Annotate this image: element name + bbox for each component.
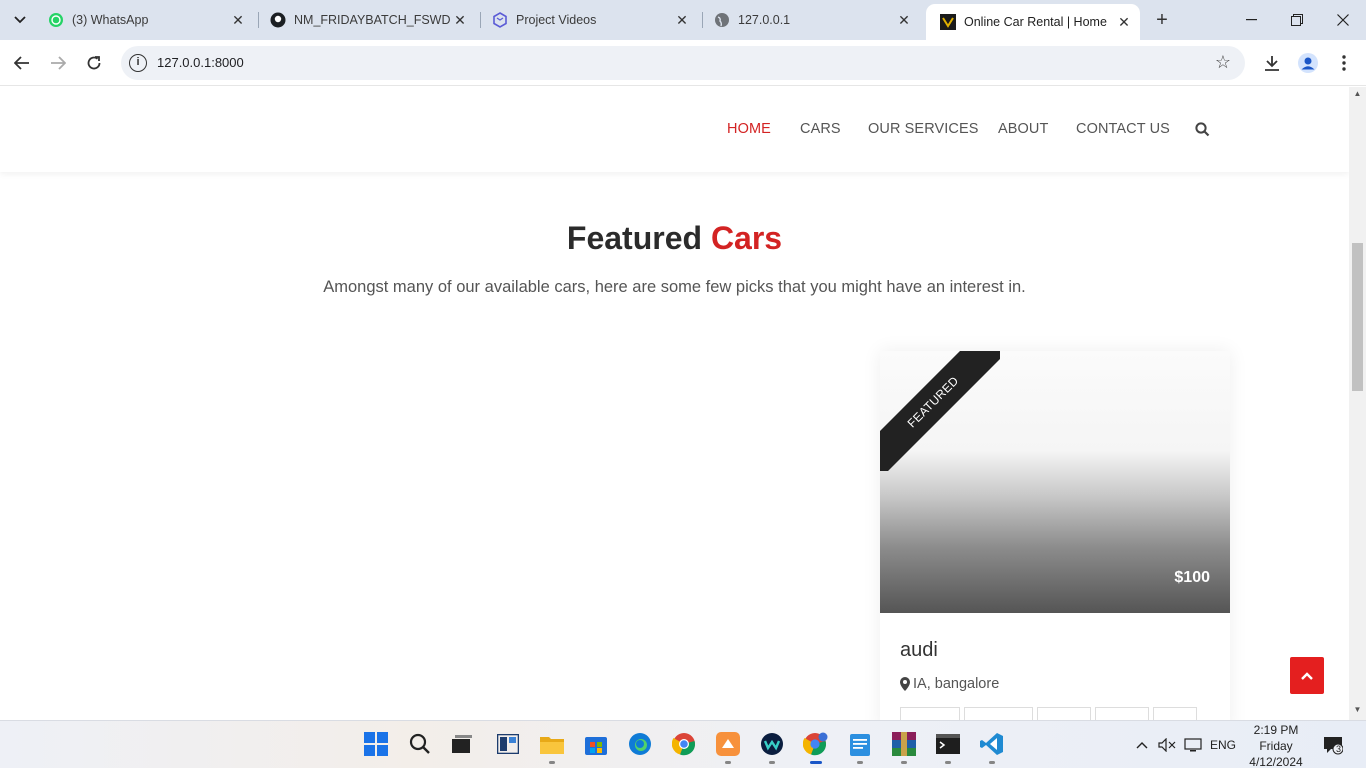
back-icon[interactable] (8, 49, 36, 77)
close-tab-icon[interactable]: ✕ (228, 12, 248, 29)
featured-subtitle: Amongst many of our available cars, here… (323, 278, 1026, 296)
ribbon-label: FEATURED (880, 351, 1000, 471)
tab-project-videos[interactable]: Project Videos ✕ (478, 0, 702, 40)
featured-ribbon: FEATURED (880, 351, 1000, 471)
tab-title: NM_FRIDAYBATCH_FSWD_PR (294, 13, 450, 27)
map-marker-icon (900, 677, 910, 691)
chrome-profile-icon[interactable] (803, 731, 829, 764)
search-icon[interactable] (1195, 122, 1211, 138)
featured-cars-heading: Featured Cars (0, 220, 1349, 257)
tab-whatsapp[interactable]: (3) WhatsApp ✕ (34, 0, 258, 40)
webex-icon[interactable] (759, 731, 785, 764)
close-tab-icon[interactable]: ✕ (894, 12, 914, 29)
car-image[interactable]: FEATURED $100 (880, 351, 1230, 613)
edge-browser-icon[interactable] (627, 731, 653, 757)
chrome-icon[interactable] (671, 731, 697, 757)
show-hidden-icons-chevron-icon[interactable] (1136, 721, 1148, 769)
chevron-up-icon (1301, 671, 1313, 680)
scroll-to-top-button[interactable] (1290, 657, 1324, 694)
whatsapp-icon (48, 12, 64, 28)
app-orange-icon[interactable] (715, 731, 741, 764)
tab-github[interactable]: NM_FRIDAYBATCH_FSWD_PR ✕ (256, 0, 480, 40)
url-text[interactable]: 127.0.0.1:8000 (157, 55, 244, 70)
browser-tab-strip: (3) WhatsApp ✕ NM_FRIDAYBATCH_FSWD_PR ✕ … (0, 0, 1366, 40)
tab-title: (3) WhatsApp (72, 13, 149, 27)
task-view-icon[interactable] (449, 731, 475, 757)
clock-time: 2:19 PM (1253, 723, 1299, 737)
github-icon (270, 12, 286, 28)
close-tab-icon[interactable]: ✕ (450, 12, 470, 29)
language-indicator[interactable]: ENG (1210, 721, 1236, 769)
site-logo-icon (940, 14, 956, 30)
close-window-icon[interactable] (1320, 0, 1366, 40)
car-specs (900, 707, 1201, 720)
spec-chip (900, 707, 960, 720)
spec-chip (1037, 707, 1091, 720)
nav-home[interactable]: HOME (727, 121, 771, 137)
tab-title: Online Car Rental | Home (964, 15, 1107, 29)
minimize-icon[interactable] (1228, 0, 1274, 40)
scrollbar-thumb[interactable] (1352, 243, 1363, 391)
layers-icon (492, 12, 508, 28)
globe-icon (714, 12, 730, 28)
car-name[interactable]: audi (900, 639, 938, 662)
spec-chip (964, 707, 1033, 720)
forward-icon[interactable] (44, 49, 72, 77)
clock-day: Friday (1259, 739, 1293, 753)
winrar-icon[interactable] (891, 731, 917, 764)
car-location: IA, bangalore (900, 676, 999, 692)
nav-about[interactable]: ABOUT (998, 121, 1048, 137)
site-info-icon[interactable]: i (129, 54, 147, 72)
browser-toolbar: i 127.0.0.1:8000 ☆ (0, 40, 1366, 86)
address-bar[interactable]: i 127.0.0.1:8000 ☆ (121, 46, 1245, 80)
file-explorer-icon[interactable] (539, 731, 565, 764)
tab-search-chevron-icon[interactable] (7, 7, 33, 33)
nav-our-services[interactable]: OUR SERVICES (868, 121, 979, 137)
restore-icon[interactable] (1274, 0, 1320, 40)
microsoft-store-icon[interactable] (583, 731, 609, 757)
notification-count: 3 (1336, 744, 1342, 754)
car-price: $100 (1174, 569, 1210, 586)
windows-taskbar: ENG 2:19 PM Friday 4/12/2024 3 (0, 720, 1366, 770)
network-icon[interactable] (1184, 721, 1202, 769)
car-card[interactable]: FEATURED $100 audi IA, bangalore (880, 351, 1230, 720)
new-tab-button[interactable]: + (1150, 8, 1174, 32)
download-icon[interactable] (1258, 49, 1286, 77)
tab-online-car-rental[interactable]: Online Car Rental | Home ✕ (926, 4, 1140, 40)
vscode-icon[interactable] (979, 731, 1005, 764)
tab-title: Project Videos (516, 13, 597, 27)
spec-chip (1153, 707, 1197, 720)
tab-title: 127.0.0.1 (738, 13, 791, 27)
bookmark-star-icon[interactable]: ☆ (1215, 52, 1231, 73)
site-navbar: HOME CARS OUR SERVICES ABOUT CONTACT US (0, 87, 1349, 172)
page-viewport: HOME CARS OUR SERVICES ABOUT CONTACT US … (0, 87, 1366, 720)
speaker-muted-icon[interactable] (1158, 721, 1176, 769)
close-tab-icon[interactable]: ✕ (1114, 14, 1134, 31)
search-icon[interactable] (407, 731, 433, 757)
spec-chip (1095, 707, 1149, 720)
notifications-icon[interactable]: 3 (1323, 721, 1343, 769)
notepad-icon[interactable] (847, 731, 873, 764)
page-scrollbar[interactable]: ▲ ▼ (1349, 87, 1366, 720)
terminal-icon[interactable] (935, 731, 961, 764)
scroll-down-arrow-icon[interactable]: ▼ (1349, 705, 1366, 714)
reload-icon[interactable] (80, 49, 108, 77)
tab-localhost[interactable]: 127.0.0.1 ✕ (700, 0, 924, 40)
taskbar-clock[interactable]: 2:19 PM Friday 4/12/2024 (1244, 721, 1308, 770)
scroll-up-arrow-icon[interactable]: ▲ (1349, 89, 1366, 98)
close-tab-icon[interactable]: ✕ (672, 12, 692, 29)
car-location-text: IA, bangalore (913, 676, 1000, 692)
browser-menu-icon[interactable] (1330, 49, 1358, 77)
nav-contact-us[interactable]: CONTACT US (1076, 121, 1170, 137)
heading-part1: Featured (566, 220, 703, 256)
heading-part2: Cars (710, 220, 783, 256)
widgets-icon[interactable] (495, 731, 521, 757)
profile-avatar-icon[interactable] (1294, 49, 1322, 77)
nav-cars[interactable]: CARS (800, 121, 841, 137)
windows-start-icon[interactable] (363, 731, 389, 757)
